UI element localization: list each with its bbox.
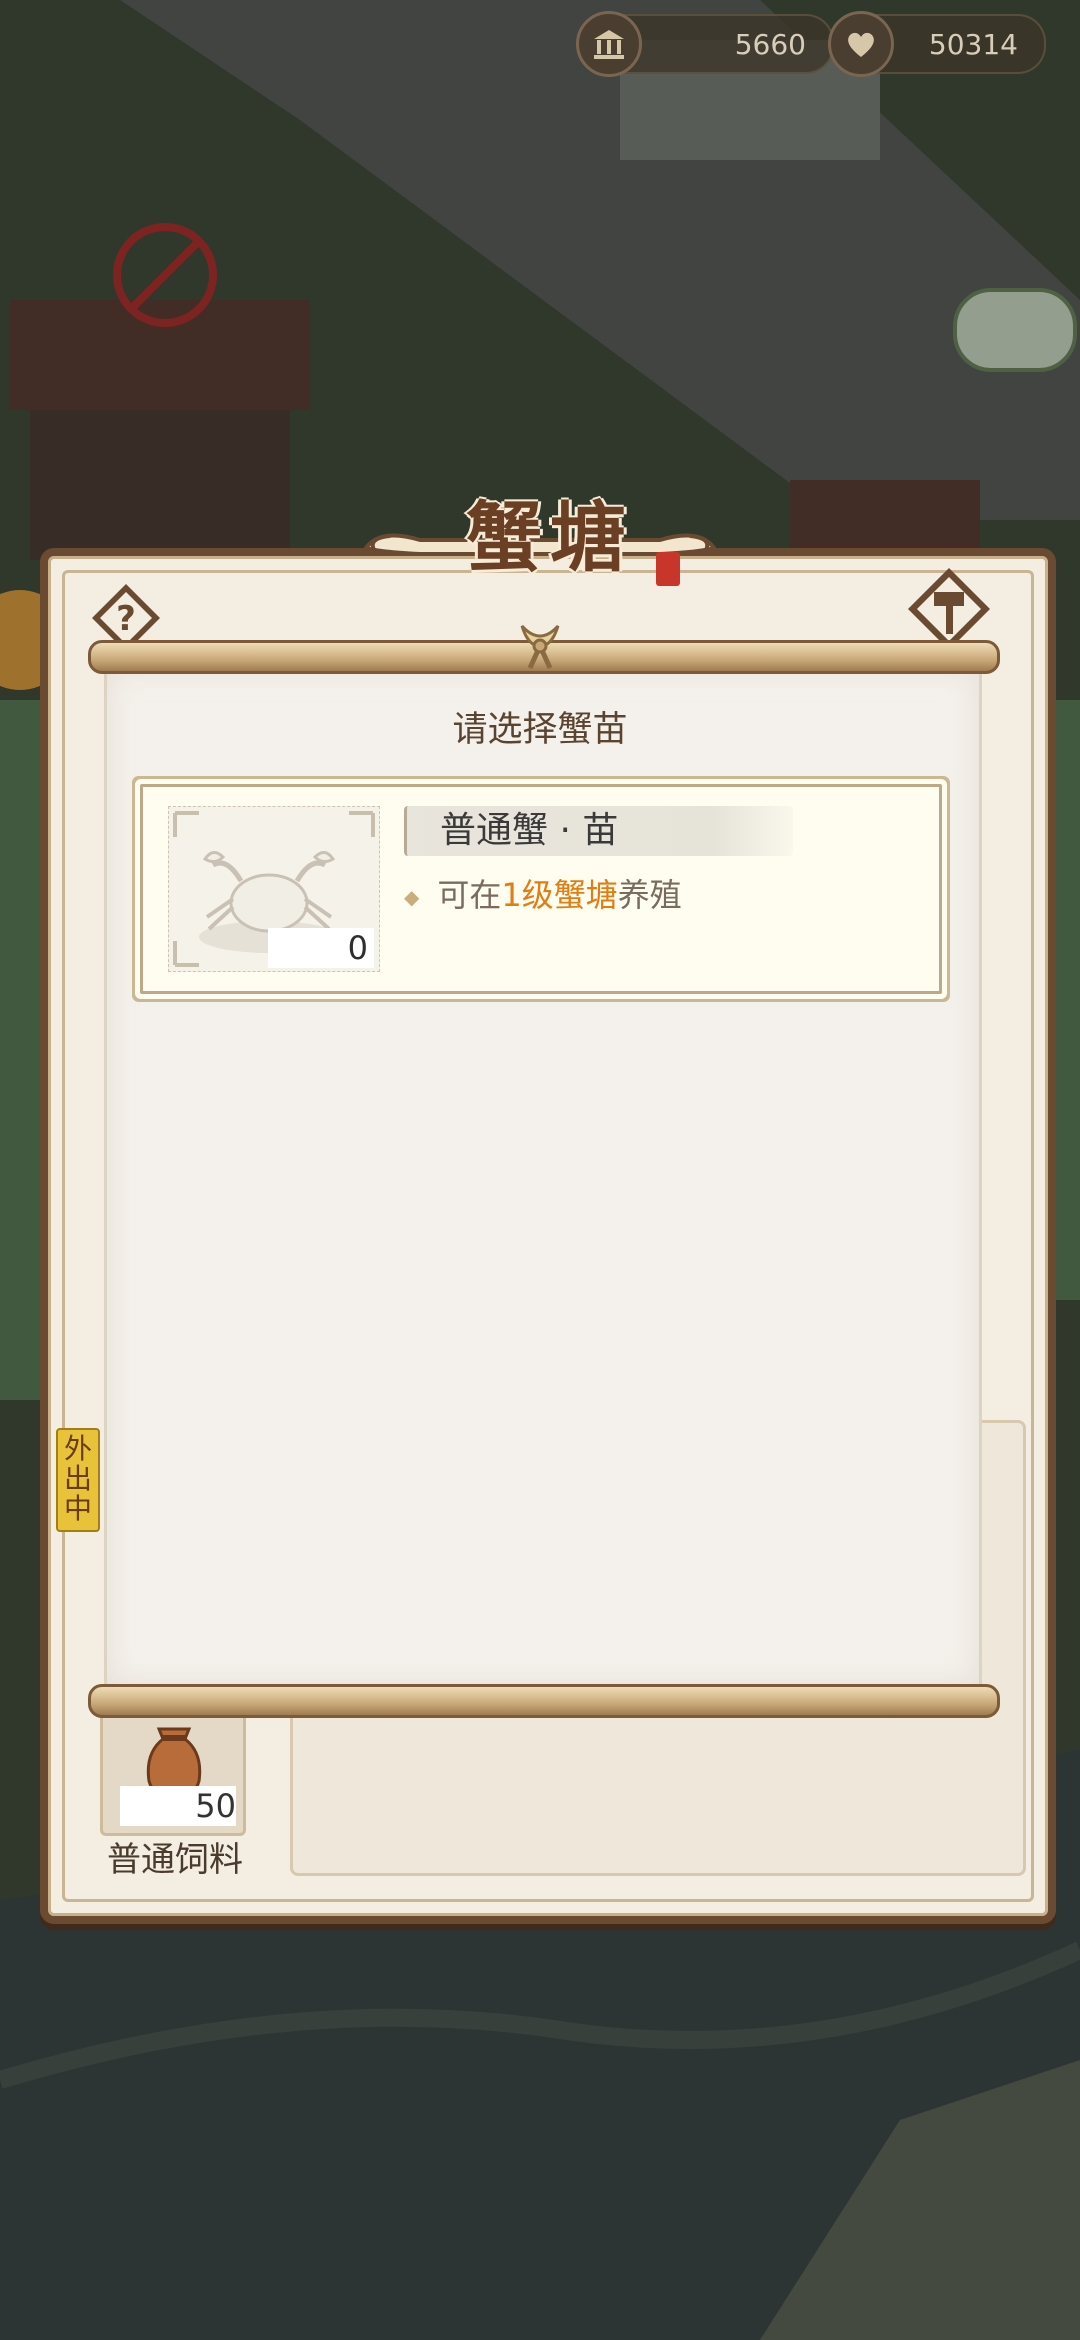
panel-heading: 请选择蟹苗 — [452, 710, 628, 750]
scroll-bottom-rod — [88, 1684, 1000, 1718]
title-seal — [656, 552, 680, 586]
heart-icon — [828, 11, 894, 77]
crab-seed-name: 普通蟹 · 苗 — [440, 810, 619, 851]
currency-2-counter[interactable]: 50314 — [828, 11, 1046, 77]
dialog-title: 蟹塘 — [466, 493, 634, 582]
desc-prefix: 可在 — [437, 876, 502, 914]
desc-suffix: 养殖 — [617, 876, 682, 914]
crab-seed-description: ◆ 可在1级蟹塘养殖 — [404, 870, 904, 920]
feed-label: 普通饲料 — [107, 1840, 243, 1880]
diamond-bullet-icon: ◆ — [404, 885, 420, 909]
feed-count: 50 — [120, 1786, 236, 1826]
currency-1-counter[interactable]: 5660 — [576, 11, 834, 77]
currency-2-value: 50314 — [928, 27, 1018, 61]
crab-seed-count: 0 — [268, 928, 374, 968]
scroll-knot-icon — [520, 624, 560, 670]
status-badge: 外出中 — [56, 1428, 100, 1532]
svg-text:?: ? — [116, 599, 136, 639]
currency-1-value: 5660 — [734, 27, 806, 61]
temple-icon — [576, 11, 642, 77]
desc-highlight: 1级蟹塘 — [501, 876, 618, 914]
